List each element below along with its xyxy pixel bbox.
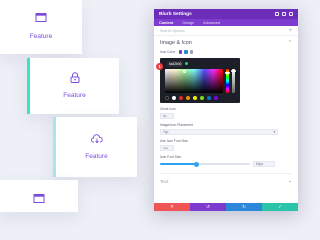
color-swatch[interactable] xyxy=(179,96,183,100)
icon-font-size-control: Icon Font Size 64px xyxy=(160,155,292,167)
feature-card-label: Feature xyxy=(63,92,86,99)
icon-font-size-slider[interactable] xyxy=(160,161,250,167)
hex-row: #a42b00 xyxy=(167,61,237,67)
placement-value: Top xyxy=(163,130,169,134)
chevron-down-icon: ▾ xyxy=(273,130,275,134)
feature-card-1[interactable]: Feature xyxy=(0,0,82,54)
use-icon-font-size-label: Use Icon Font Size xyxy=(160,139,188,143)
cloud-download-icon xyxy=(90,134,103,143)
opacity-slider[interactable] xyxy=(231,69,236,93)
feature-card-label: Feature xyxy=(29,33,53,40)
icon-font-size-label: Icon Font Size xyxy=(160,155,182,159)
panel-titlebar: Blurb Settings xyxy=(154,9,298,19)
browser-window-icon xyxy=(33,194,45,203)
placement-label: Image/Icon Placement xyxy=(160,123,193,127)
image-icon-section-header[interactable]: Image & Icon ⌃ xyxy=(160,40,292,46)
redo-button[interactable]: ↻ xyxy=(226,203,262,211)
tab-design[interactable]: Design xyxy=(182,21,194,25)
color-swatch[interactable] xyxy=(214,96,218,100)
feature-card-2[interactable]: Feature xyxy=(27,58,119,114)
panel-title: Blurb Settings xyxy=(159,11,192,17)
panel-footer: ✕ ↺ ↻ ✓ xyxy=(154,203,298,211)
icon-color-label: Icon Color xyxy=(160,50,292,54)
confirm-color-icon[interactable] xyxy=(185,62,189,66)
circle-icon-label: Circle Icon xyxy=(160,107,176,111)
text-section-title: Text xyxy=(160,178,169,184)
blurb-settings-panel: Blurb Settings Content Design Advanced S… xyxy=(154,9,298,211)
color-swatch[interactable] xyxy=(186,96,190,100)
color-palette-icon[interactable] xyxy=(178,50,183,54)
undo-button[interactable]: ↺ xyxy=(190,203,226,211)
palette-badge: 1 xyxy=(156,63,163,70)
panel-content: Image & Icon ⌃ Icon Color 1 #a42b00 Circ… xyxy=(154,36,298,192)
icon-font-size-toggle-control: Use Icon Font Size Yes xyxy=(160,139,292,151)
tab-advanced[interactable]: Advanced xyxy=(203,21,220,25)
preset-icon[interactable] xyxy=(275,12,279,16)
spectrum-cursor[interactable] xyxy=(183,70,186,73)
color-swatches xyxy=(165,96,218,100)
panel-tabs: Content Design Advanced xyxy=(154,19,298,26)
browser-window-icon xyxy=(35,13,47,22)
color-swatch[interactable] xyxy=(193,96,197,100)
hue-slider[interactable] xyxy=(225,69,230,93)
tab-content[interactable]: Content xyxy=(159,21,173,25)
color-picker[interactable]: 1 #a42b00 xyxy=(156,58,240,103)
feature-card-3[interactable]: Feature xyxy=(53,117,137,177)
feature-card-label: Feature xyxy=(85,153,108,160)
hover-icon[interactable] xyxy=(189,50,194,54)
feature-card-4[interactable] xyxy=(0,180,78,212)
slider-fill xyxy=(160,163,196,165)
color-swatch[interactable] xyxy=(165,96,169,100)
saturation-spectrum[interactable] xyxy=(165,69,223,93)
opacity-slider-knob[interactable] xyxy=(231,70,236,72)
filter-plus-icon[interactable]: + xyxy=(288,28,292,34)
text-section-header[interactable]: Text ⌄ xyxy=(160,173,292,184)
split-view-icon[interactable] xyxy=(282,12,286,16)
lock-icon xyxy=(70,72,79,83)
section-title: Image & Icon xyxy=(160,40,192,46)
color-swatch[interactable] xyxy=(172,96,176,100)
circle-icon-toggle[interactable]: No xyxy=(160,113,174,119)
color-swatch[interactable] xyxy=(207,96,211,100)
color-swatch[interactable] xyxy=(200,96,204,100)
icon-font-size-input[interactable]: 64px xyxy=(253,161,275,167)
hue-slider-knob[interactable] xyxy=(225,72,230,74)
placement-control: Image/Icon Placement Top ▾ xyxy=(160,123,292,135)
search-row: Search Options + xyxy=(154,26,298,36)
chevron-down-icon[interactable]: ⌄ xyxy=(288,178,292,184)
save-button[interactable]: ✓ xyxy=(262,203,298,211)
search-input[interactable]: Search Options xyxy=(160,29,185,33)
chevron-up-icon[interactable]: ⌃ xyxy=(288,40,292,46)
circle-icon-control: Circle Icon No xyxy=(160,107,292,119)
placement-select[interactable]: Top ▾ xyxy=(160,129,278,135)
use-icon-font-size-toggle[interactable]: Yes xyxy=(160,145,174,151)
slider-knob[interactable] xyxy=(193,161,199,167)
hex-value-input[interactable]: #a42b00 xyxy=(167,61,184,67)
cancel-button[interactable]: ✕ xyxy=(154,203,190,211)
more-options-icon[interactable] xyxy=(289,12,293,16)
responsive-icon[interactable] xyxy=(184,50,188,54)
